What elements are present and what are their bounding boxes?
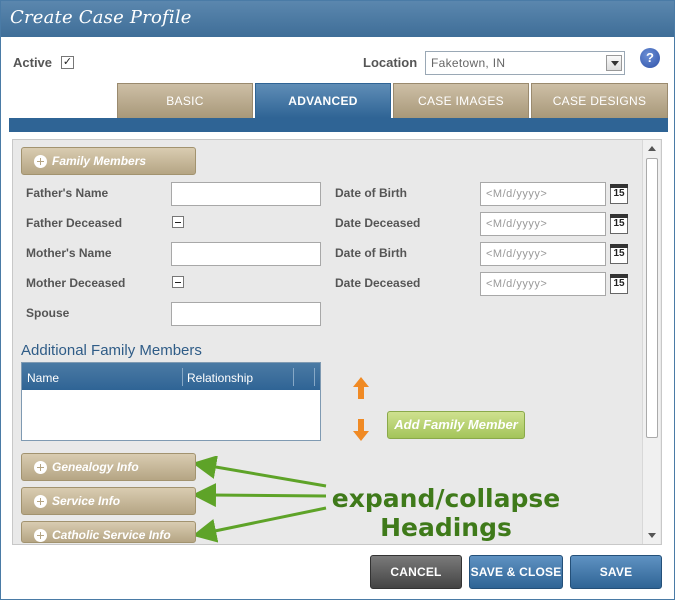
mother-date-deceased-label: Date Deceased xyxy=(335,276,421,290)
active-checkbox[interactable]: ✓ xyxy=(61,56,74,69)
additional-family-heading: Additional Family Members xyxy=(21,342,202,359)
plus-circle-icon xyxy=(34,529,47,542)
father-date-deceased-label: Date Deceased xyxy=(335,216,421,230)
tab-case-images[interactable]: CASE IMAGES xyxy=(393,83,529,118)
create-case-profile-window: Create Case Profile Active ✓ Location Fa… xyxy=(0,0,675,600)
mother-date-deceased-input[interactable]: <M/d/yyyy> xyxy=(480,272,606,296)
plus-circle-icon xyxy=(34,495,47,508)
scroll-thumb[interactable] xyxy=(646,158,658,438)
catholic-service-info-toggle[interactable]: Catholic Service Info xyxy=(21,521,196,543)
window-title: Create Case Profile xyxy=(10,7,192,28)
grid-header: Name Relationship xyxy=(22,363,320,390)
family-members-toggle[interactable]: Family Members xyxy=(21,147,196,175)
save-and-close-button[interactable]: SAVE & CLOSE xyxy=(469,555,563,589)
calendar-icon[interactable]: 15 xyxy=(610,274,628,294)
cancel-button[interactable]: CANCEL xyxy=(370,555,462,589)
column-divider xyxy=(293,368,294,386)
help-icon[interactable]: ? xyxy=(640,48,660,68)
additional-family-grid: Name Relationship xyxy=(21,362,321,441)
genealogy-info-heading: Genealogy Info xyxy=(52,460,139,474)
calendar-icon[interactable]: 15 xyxy=(610,244,628,264)
spouse-label: Spouse xyxy=(26,306,70,320)
scroll-up-icon[interactable] xyxy=(648,146,656,151)
annotation-expand-collapse: expand/collapse xyxy=(331,484,561,513)
move-down-arrow-icon[interactable] xyxy=(353,419,369,441)
date-placeholder: <M/d/yyyy> xyxy=(486,188,548,200)
annotation-headings: Headings xyxy=(380,513,512,542)
panel-scrollbar[interactable] xyxy=(642,140,660,544)
location-select[interactable]: Faketown, IN xyxy=(425,51,625,75)
active-label: Active xyxy=(13,55,53,70)
save-button[interactable]: SAVE xyxy=(570,555,662,589)
scroll-down-icon[interactable] xyxy=(648,533,656,538)
father-dob-input[interactable]: <M/d/yyyy> xyxy=(480,182,606,206)
father-deceased-label: Father Deceased xyxy=(26,216,123,230)
mothers-name-input[interactable] xyxy=(171,242,321,266)
column-header-relationship[interactable]: Relationship xyxy=(187,371,253,385)
column-divider xyxy=(314,368,315,386)
chevron-down-icon[interactable] xyxy=(606,55,622,71)
mother-dob-label: Date of Birth xyxy=(335,246,407,260)
tab-basic[interactable]: BASIC xyxy=(117,83,253,118)
service-info-heading: Service Info xyxy=(52,494,121,508)
move-up-arrow-icon[interactable] xyxy=(353,377,369,399)
location-label: Location xyxy=(363,55,418,70)
annotation-arrows xyxy=(196,456,327,543)
date-placeholder: <M/d/yyyy> xyxy=(486,218,548,230)
catholic-service-info-heading: Catholic Service Info xyxy=(52,528,171,542)
date-placeholder: <M/d/yyyy> xyxy=(486,278,548,290)
service-info-toggle[interactable]: Service Info xyxy=(21,487,196,515)
fathers-name-label: Father's Name xyxy=(26,186,109,200)
date-placeholder: <M/d/yyyy> xyxy=(486,248,548,260)
mother-dob-input[interactable]: <M/d/yyyy> xyxy=(480,242,606,266)
mother-deceased-toggle[interactable] xyxy=(172,276,184,288)
calendar-icon[interactable]: 15 xyxy=(610,214,628,234)
plus-circle-icon xyxy=(34,155,47,168)
father-deceased-toggle[interactable] xyxy=(172,216,184,228)
column-header-name[interactable]: Name xyxy=(27,371,59,385)
spouse-input[interactable] xyxy=(171,302,321,326)
family-members-heading: Family Members xyxy=(52,154,147,168)
column-divider xyxy=(182,368,183,386)
add-family-member-button[interactable]: Add Family Member xyxy=(387,411,525,439)
title-bar: Create Case Profile xyxy=(1,1,674,37)
tab-underline xyxy=(9,118,668,132)
father-date-deceased-input[interactable]: <M/d/yyyy> xyxy=(480,212,606,236)
plus-circle-icon xyxy=(34,461,47,474)
location-value: Faketown, IN xyxy=(431,56,506,70)
fathers-name-input[interactable] xyxy=(171,182,321,206)
calendar-icon[interactable]: 15 xyxy=(610,184,628,204)
tab-case-designs[interactable]: CASE DESIGNS xyxy=(531,83,668,118)
mothers-name-label: Mother's Name xyxy=(26,246,112,260)
tab-advanced[interactable]: ADVANCED xyxy=(255,83,391,118)
genealogy-info-toggle[interactable]: Genealogy Info xyxy=(21,453,196,481)
mother-deceased-label: Mother Deceased xyxy=(26,276,126,290)
father-dob-label: Date of Birth xyxy=(335,186,407,200)
